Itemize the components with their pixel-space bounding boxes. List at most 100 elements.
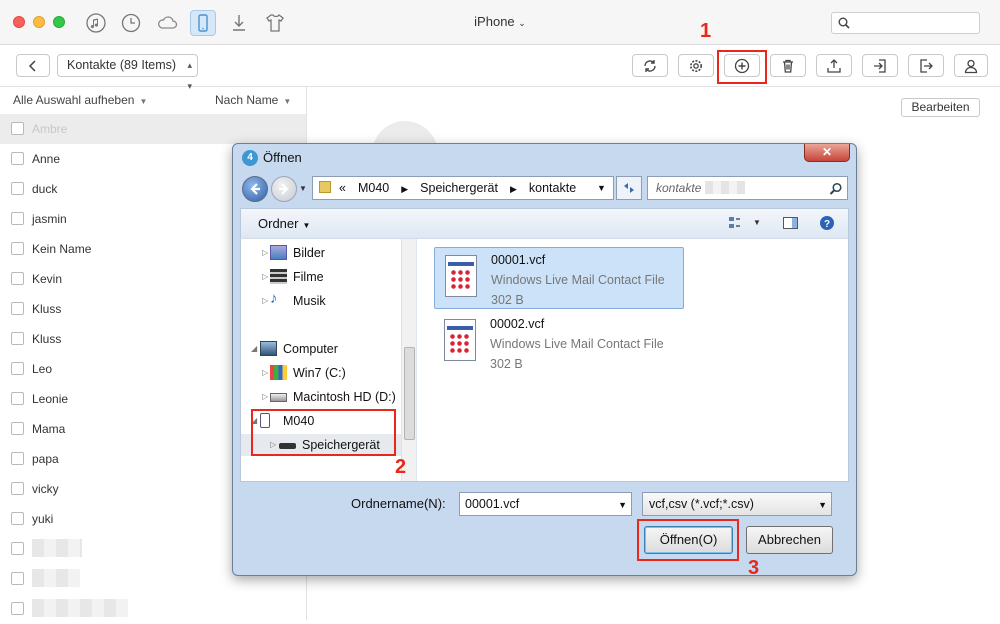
checkbox[interactable] <box>11 242 24 255</box>
vcf-file-icon <box>445 255 477 297</box>
contact-button[interactable] <box>954 54 988 77</box>
nav-item-videos[interactable]: ▷ Filme <box>241 266 401 288</box>
arrow-right-icon <box>279 183 289 195</box>
export-to-device-button[interactable] <box>816 54 852 77</box>
checkbox[interactable] <box>11 182 24 195</box>
redacted-name <box>32 569 80 587</box>
contact-name: duck <box>32 182 58 196</box>
search-icon <box>838 17 850 29</box>
contact-name: vicky <box>32 482 59 496</box>
file-size: 302 B <box>490 357 523 371</box>
help-icon[interactable]: ? <box>819 215 837 231</box>
scroll-thumb[interactable] <box>404 347 415 440</box>
contact-name: papa <box>32 452 59 466</box>
path-segment[interactable]: M040 <box>358 181 389 195</box>
contact-name: yuki <box>32 512 54 526</box>
contact-name: Anne <box>32 152 61 166</box>
command-bar: Ordner ▼ ▼ ? <box>240 208 849 238</box>
list-item[interactable]: Ambre <box>0 114 306 144</box>
nav-item-mac-drive[interactable]: ▷ Macintosh HD (D:) <box>241 386 401 408</box>
tray-upload-icon <box>827 58 841 73</box>
refresh-icon <box>644 59 656 72</box>
search-input[interactable] <box>831 12 980 34</box>
nav-item-pictures[interactable]: ▷ Bilder <box>241 242 401 264</box>
dialog-search-input[interactable]: kontakte <box>647 176 848 200</box>
nav-item-win7[interactable]: ▷ Win7 (C:) <box>241 362 401 384</box>
checkbox[interactable] <box>11 332 24 345</box>
contact-name: Ambre <box>32 122 68 136</box>
refresh-location-button[interactable] <box>616 176 642 200</box>
pictures-icon <box>270 245 287 260</box>
toolbar: Kontakte (89 Items) ▴ ▾ <box>0 45 1000 91</box>
nav-scrollbar[interactable] <box>401 239 416 481</box>
app-icon: 4 <box>242 150 258 166</box>
cancel-button[interactable]: Abbrechen <box>746 526 833 554</box>
folder-icon <box>319 181 331 193</box>
close-dialog-button[interactable]: ✕ <box>804 144 850 162</box>
step-1-label: 1 <box>700 20 712 42</box>
checkbox[interactable] <box>11 542 24 555</box>
back-nav-button[interactable] <box>242 176 268 202</box>
file-type: Windows Live Mail Contact File <box>490 337 664 351</box>
trash-icon <box>783 59 793 73</box>
sort-select[interactable]: Nach Name ▼ <box>215 93 291 107</box>
checkbox[interactable] <box>11 152 24 165</box>
filetype-select[interactable]: vcf,csv (*.vcf;*.csv) ▼ <box>642 492 832 516</box>
view-options-icon[interactable] <box>728 215 746 231</box>
delete-button[interactable] <box>770 54 806 77</box>
contact-name: Kevin <box>32 272 63 286</box>
forward-nav-button[interactable] <box>271 176 297 202</box>
import-button[interactable] <box>862 54 898 77</box>
checkbox[interactable] <box>11 392 24 405</box>
contact-name: Kein Name <box>32 242 92 256</box>
step-3-label: 3 <box>748 557 760 579</box>
view-dropdown[interactable]: ▼ <box>753 218 761 227</box>
contact-name: Kluss <box>32 302 62 316</box>
checkbox[interactable] <box>11 272 24 285</box>
file-name: 00002.vcf <box>490 317 545 331</box>
file-item[interactable]: 00002.vcf Windows Live Mail Contact File… <box>434 312 684 374</box>
film-icon <box>270 269 287 284</box>
organize-menu[interactable]: Ordner ▼ <box>258 216 310 231</box>
refresh-button[interactable] <box>632 54 668 77</box>
checkbox[interactable] <box>11 362 24 375</box>
checkbox[interactable] <box>11 452 24 465</box>
svg-text:?: ? <box>824 219 830 230</box>
contact-name: jasmin <box>32 212 67 226</box>
checkbox[interactable] <box>11 122 24 135</box>
back-button[interactable] <box>16 54 50 77</box>
recent-locations-dropdown[interactable]: ▼ <box>299 184 307 193</box>
windows-drive-icon <box>270 365 287 380</box>
path-segment[interactable]: Speichergerät <box>420 181 498 195</box>
nav-item-computer[interactable]: ◢ Computer <box>241 338 401 360</box>
category-select[interactable]: Kontakte (89 Items) ▴ ▾ <box>57 54 198 91</box>
step-2-label: 2 <box>395 456 407 478</box>
arrow-left-icon <box>250 183 260 195</box>
checkbox[interactable] <box>11 482 24 495</box>
nav-item-music[interactable]: ▷ ♪ Musik <box>241 290 401 312</box>
export-button[interactable] <box>908 54 944 77</box>
contact-name: Kluss <box>32 332 62 346</box>
import-icon <box>874 58 886 73</box>
settings-button[interactable] <box>678 54 714 77</box>
checkbox[interactable] <box>11 602 24 615</box>
gear-icon <box>690 59 702 72</box>
checkbox[interactable] <box>11 422 24 435</box>
filename-input[interactable]: 00001.vcf ▼ <box>459 492 632 516</box>
chevron-left-icon <box>28 59 36 72</box>
edit-button[interactable]: Bearbeiten <box>901 98 980 117</box>
search-icon <box>829 182 842 195</box>
preview-pane-icon[interactable] <box>782 215 800 231</box>
checkbox[interactable] <box>11 302 24 315</box>
person-icon <box>964 59 978 73</box>
computer-icon <box>260 341 277 356</box>
checkbox[interactable] <box>11 572 24 585</box>
checkbox[interactable] <box>11 512 24 525</box>
checkbox[interactable] <box>11 212 24 225</box>
file-type: Windows Live Mail Contact File <box>491 273 665 287</box>
contact-name: Leonie <box>32 392 69 406</box>
deselect-all-toggle[interactable]: Alle Auswahl aufheben ▼ <box>13 93 147 107</box>
address-bar[interactable]: «M040 ▶ Speichergerät ▶ kontakte ▼ <box>312 176 614 200</box>
path-segment[interactable]: kontakte <box>529 181 576 195</box>
file-item[interactable]: 00001.vcf Windows Live Mail Contact File… <box>434 247 684 309</box>
